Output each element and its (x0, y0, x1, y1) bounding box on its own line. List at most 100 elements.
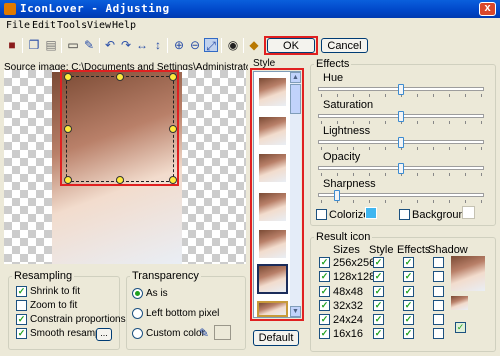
slider-tick (417, 173, 418, 176)
background-color-swatch[interactable] (462, 206, 475, 219)
zoom-fit-icon[interactable]: ⤢ (204, 38, 218, 53)
resampling-option-label: Constrain proportions (30, 314, 126, 325)
shadow-checkbox[interactable] (433, 257, 444, 268)
size-checkbox[interactable]: ✓ (319, 328, 330, 339)
size-checkbox[interactable]: ✓ (319, 286, 330, 297)
slider-tick (417, 121, 418, 124)
style-thumb[interactable] (259, 154, 286, 182)
slider-tick (337, 121, 338, 124)
menu-edit[interactable]: Edit (32, 20, 56, 31)
colorize-checkbox[interactable] (316, 209, 327, 220)
default-button[interactable]: Default (253, 330, 299, 346)
crop-handle[interactable] (169, 176, 177, 184)
style-thumb[interactable] (257, 301, 288, 317)
style-checkbox[interactable]: ✓ (373, 300, 384, 311)
style-checkbox[interactable]: ✓ (373, 271, 384, 282)
pen-icon[interactable]: ✎ (82, 38, 96, 52)
zoom-in-icon[interactable]: ⊕ (172, 38, 186, 52)
slider-track[interactable] (318, 193, 484, 197)
style-checkbox[interactable]: ✓ (373, 314, 384, 325)
shadow-checkbox[interactable] (433, 271, 444, 282)
cancel-button[interactable]: Cancel (321, 38, 368, 53)
close-button[interactable]: x (479, 2, 496, 16)
style-thumb[interactable] (259, 117, 286, 145)
crop-handle[interactable] (116, 176, 124, 184)
paste-icon[interactable]: ▤ (44, 38, 58, 52)
colorize-label: Colorize (329, 209, 370, 221)
style-list[interactable]: ▲ ▼ (253, 71, 301, 318)
resampling-checkbox[interactable]: ✓ (16, 328, 27, 339)
slider-tick (337, 147, 338, 150)
slider-thumb[interactable] (398, 137, 404, 148)
menu-tools[interactable]: Tools (57, 20, 87, 31)
resampling-checkbox[interactable] (16, 300, 27, 311)
slider-thumb[interactable] (398, 84, 404, 95)
size-checkbox[interactable]: ✓ (319, 300, 330, 311)
style-thumb[interactable] (259, 193, 286, 221)
slider-thumb[interactable] (334, 190, 340, 201)
shadow-checkbox[interactable] (433, 300, 444, 311)
effects-checkbox[interactable]: ✓ (403, 271, 414, 282)
resampling-checkbox[interactable]: ✓ (16, 314, 27, 325)
flip-horizontal-icon[interactable]: ↔ (135, 38, 149, 52)
flip-vertical-icon[interactable]: ↕ (151, 38, 165, 52)
menu-help[interactable]: Help (112, 20, 136, 31)
scroll-thumb[interactable] (290, 84, 301, 114)
transparency-radio[interactable] (132, 308, 143, 319)
size-checkbox[interactable]: ✓ (319, 271, 330, 282)
menu-file[interactable]: File (6, 20, 30, 31)
slider-tick (385, 200, 386, 203)
crop-handle[interactable] (169, 73, 177, 81)
background-checkbox[interactable] (399, 209, 410, 220)
custom-color-swatch[interactable] (214, 325, 231, 340)
scroll-down-arrow[interactable]: ▼ (290, 306, 301, 317)
crop-handle[interactable] (64, 176, 72, 184)
size-checkbox[interactable]: ✓ (319, 314, 330, 325)
zoom-out-icon[interactable]: ⊖ (188, 38, 202, 52)
crop-handle[interactable] (169, 125, 177, 133)
menu-view[interactable]: View (87, 20, 111, 31)
select-rect-icon[interactable]: ▭ (66, 38, 80, 52)
crop-handle[interactable] (64, 73, 72, 81)
style-thumb[interactable] (259, 78, 286, 106)
slider-tick (321, 173, 322, 176)
crop-handle[interactable] (116, 73, 124, 81)
export-icon[interactable]: ◆ (247, 38, 261, 52)
resample-options-button[interactable]: ... (96, 328, 112, 341)
style-scrollbar[interactable]: ▲ ▼ (290, 72, 301, 317)
effects-checkbox[interactable]: ✓ (403, 314, 414, 325)
effects-checkbox[interactable]: ✓ (403, 328, 414, 339)
effects-checkbox[interactable]: ✓ (403, 257, 414, 268)
save-icon[interactable]: ■ (5, 38, 19, 52)
transparency-radio[interactable] (132, 288, 143, 299)
shadow-checkbox[interactable] (433, 286, 444, 297)
source-label: Source image: (4, 62, 69, 70)
style-checkbox[interactable]: ✓ (373, 328, 384, 339)
toolbar-separator (61, 38, 62, 53)
shadow-checkbox[interactable] (433, 328, 444, 339)
source-path-value: C:\Documents and Settings\Administrator\… (71, 62, 248, 70)
slider-thumb[interactable] (398, 111, 404, 122)
style-checkbox[interactable]: ✓ (373, 286, 384, 297)
rotate-left-icon[interactable]: ↶ (103, 38, 117, 52)
colorize-color-swatch[interactable] (365, 207, 377, 219)
copy-icon[interactable]: ❐ (27, 38, 41, 52)
style-checkbox[interactable]: ✓ (373, 257, 384, 268)
ok-button[interactable]: OK (267, 38, 315, 53)
scroll-up-arrow[interactable]: ▲ (290, 72, 301, 83)
style-thumb[interactable] (259, 230, 286, 258)
resampling-checkbox[interactable]: ✓ (16, 286, 27, 297)
crop-handle[interactable] (64, 125, 72, 133)
effects-checkbox[interactable]: ✓ (403, 286, 414, 297)
size-checkbox[interactable]: ✓ (319, 257, 330, 268)
toolbar-separator (22, 38, 23, 53)
style-thumb-selected[interactable] (257, 264, 288, 294)
effects-checkbox[interactable]: ✓ (403, 300, 414, 311)
source-canvas[interactable] (4, 70, 246, 264)
rotate-right-icon[interactable]: ↷ (119, 38, 133, 52)
transparency-radio[interactable] (132, 328, 143, 339)
eyedropper-icon[interactable]: ✎ (197, 326, 211, 340)
eye-icon[interactable]: ◉ (226, 38, 240, 52)
slider-thumb[interactable] (398, 163, 404, 174)
shadow-checkbox[interactable] (433, 314, 444, 325)
